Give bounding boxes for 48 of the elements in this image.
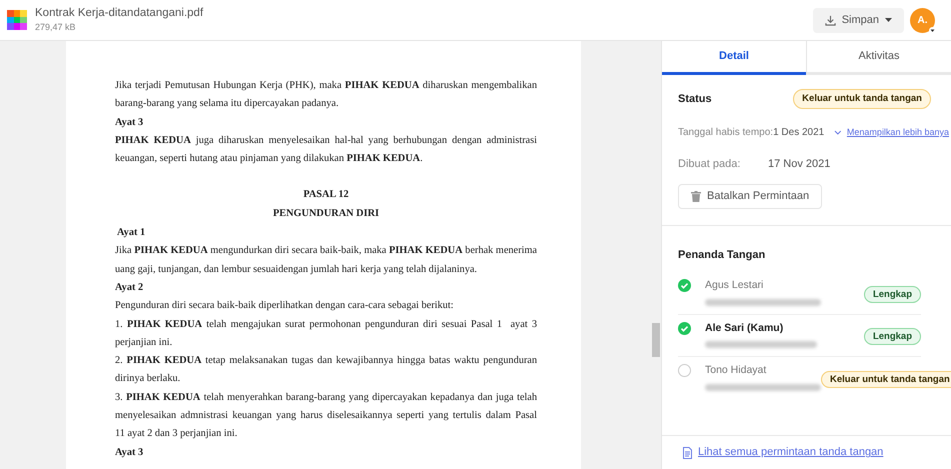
document-text: Jika PIHAK KEDUA mengundurkan diri secara baik-baik, maka PIHAK KEDUA berhak menerima bbox=[115, 244, 537, 258]
app-logo-icon bbox=[7, 10, 27, 30]
file-size: 279,47 kB bbox=[35, 20, 77, 34]
document-text: keuangan, seperti hutang atau pinjaman yang dilakukan PIHAK KEDUA. bbox=[115, 152, 424, 166]
view-all-requests-link[interactable]: Lihat semua permintaan tanda tangan bbox=[698, 444, 884, 461]
clause-heading: Ayat 3 bbox=[115, 446, 144, 460]
section-heading: PASAL 12 bbox=[302, 188, 350, 202]
signer-name: Agus Lestari bbox=[705, 278, 764, 293]
due-date-label: Tanggal habis tempo: bbox=[678, 126, 774, 140]
file-name: Kontrak Kerja-ditandatangani.pdf bbox=[35, 6, 204, 21]
status-badge: Lengkap bbox=[864, 286, 921, 303]
signer-name: Ale Sari (Kamu) bbox=[705, 320, 784, 336]
document-text: menyelesaikan admnistrasi keuangan yang harus diselesaikannya seperti yang tertulis dalam Pasal bbox=[115, 409, 537, 424]
status-badge: Keluar untuk tanda tangan bbox=[821, 371, 951, 388]
tab[interactable]: Detail bbox=[662, 41, 806, 75]
document-icon bbox=[683, 446, 692, 458]
document-text: 3. PIHAK KEDUA telah menyerahkan barang-barang yang dipercayakan kepadanya dan juga telah bbox=[115, 390, 537, 405]
caret-icon bbox=[929, 26, 936, 34]
document-text: dirinya berlaku. bbox=[115, 372, 182, 386]
show-more-link[interactable]: Menampilkan lebih banya bbox=[846, 126, 949, 140]
save-button[interactable]: Simpan bbox=[812, 8, 904, 32]
due-date-value: 1 Des 2021 bbox=[773, 126, 824, 140]
clause-heading: Ayat 1 bbox=[116, 226, 146, 240]
document-text: Jika terjadi Pemutusan Hubungan Kerja (PHK), maka PIHAK KEDUA diharuskan mengembalikan bbox=[115, 79, 537, 93]
document-text: 1. PIHAK KEDUA telah mengajukan surat permohonan pengunduran diri sesuai Pasal 1 ayat 3 bbox=[115, 318, 537, 332]
clause-heading: Ayat 3 bbox=[115, 116, 144, 130]
chevron-down-icon bbox=[834, 130, 842, 136]
trash-icon bbox=[691, 190, 701, 202]
created-label: Dibuat pada: bbox=[678, 157, 742, 172]
download-icon bbox=[824, 14, 836, 26]
caret-icon bbox=[885, 18, 892, 22]
tab[interactable]: Aktivitas bbox=[806, 41, 951, 75]
document-text: perjanjian ini. bbox=[115, 336, 174, 350]
status-badge: Keluar untuk tanda tangan bbox=[793, 89, 931, 110]
section-title: Penanda Tangan bbox=[678, 248, 766, 261]
created-value: 17 Nov 2021 bbox=[768, 157, 830, 172]
signer-name: Tono Hidayat bbox=[705, 363, 768, 378]
clause-heading: Ayat 2 bbox=[115, 280, 144, 295]
document-text: PIHAK KEDUA juga diharuskan menyelesaikan hal-hal yang berhubungan dengan administrasi bbox=[115, 134, 537, 148]
document-text: uang gaji, tunjangan, dan lembur sesuaidengan jumlah hari kerja yang telah dijalaninya. bbox=[115, 262, 478, 277]
section-heading: PENGUNDURAN DIRI bbox=[272, 206, 380, 221]
status-badge: Lengkap bbox=[864, 328, 921, 346]
section-title: Status bbox=[678, 92, 712, 107]
document-text: barang-barang yang selama itu dipercayakan padanya. bbox=[115, 97, 340, 112]
document-text: 11 ayat 2 dan 3 perjanjian ini. bbox=[115, 427, 238, 442]
cancel-request-button[interactable]: Batalkan Permintaan bbox=[678, 184, 822, 209]
document-text: Pengunduran diri secara baik-baik diperlihatkan dengan cara-cara sebagai berikut: bbox=[115, 299, 454, 314]
document-text: 2. PIHAK KEDUA tetap melaksanakan tugas dan kewajibannya hingga batas waktu pengunduran bbox=[115, 354, 537, 368]
